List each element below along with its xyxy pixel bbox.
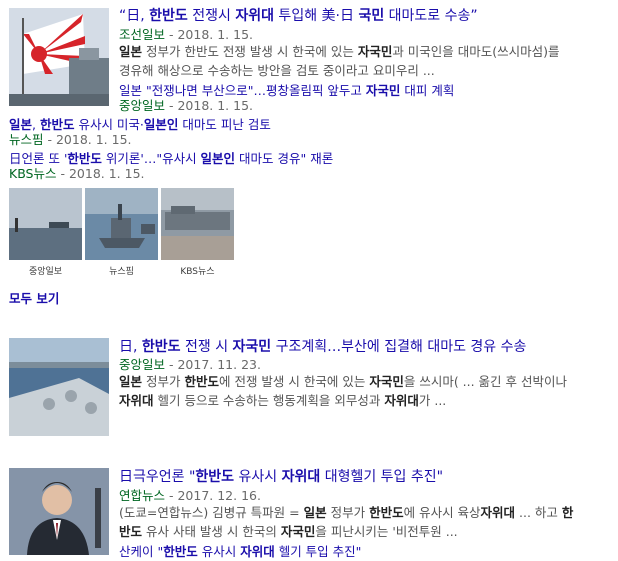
- title-text: 대마도 피난 검토: [178, 117, 271, 132]
- strip-caption-2: 뉴스핌: [109, 267, 134, 277]
- snippet-text: (도쿄=연합뉴스) 김병규 특파원 =: [119, 505, 304, 520]
- snippet-highlight: 자위대: [119, 393, 154, 408]
- snippet-highlight: 일본: [119, 374, 143, 389]
- title-text: 日극우언론 ": [119, 469, 196, 485]
- result1-snippet: 일본 정부가 한반도 전쟁 발생 시 한국에 있는 자국민과 미국인을 대마도(…: [119, 42, 614, 80]
- title-text: 대마도 경유" 재론: [235, 151, 334, 166]
- snippet-highlight: 자국민: [369, 374, 404, 389]
- title-text: 전쟁시: [187, 8, 236, 24]
- title-highlight: 국민: [358, 8, 385, 24]
- title-text: 전쟁 시: [180, 339, 233, 355]
- title-highlight: 한반도: [39, 117, 75, 132]
- title-highlight: 한반도: [163, 544, 198, 559]
- result2-title[interactable]: 日, 한반도 전쟁 시 자국민 구조계획…부산에 집결해 대마도 경유 수송: [119, 338, 526, 356]
- result3-title[interactable]: 日극우언론 "한반도 유사시 자위대 대형헬기 투입 추진": [119, 468, 443, 486]
- title-highlight: 자위대: [240, 544, 275, 559]
- snippet-text: 가 ...: [418, 393, 447, 408]
- title-text: 日언론 또 ': [9, 151, 68, 166]
- result2-snippet: 일본 정부가 한반도에 전쟁 발생 시 한국에 있는 자국민을 쓰시마( ...…: [119, 372, 614, 410]
- publish-date: - 2018. 1. 15.: [165, 27, 254, 42]
- publish-date: - 2017. 11. 23.: [165, 357, 261, 372]
- title-text: 대마도로 수송”: [384, 8, 478, 24]
- snippet-highlight: 자국민: [357, 44, 393, 59]
- result2-thumbnail[interactable]: [9, 338, 109, 436]
- snippet-text: 과 미국인을 대마도(쓰시마섬)를: [392, 44, 560, 59]
- publish-date: - 2017. 12. 16.: [165, 488, 261, 503]
- snippet-text: 에 유사시 육상: [403, 505, 481, 520]
- source-name: 뉴스핌: [9, 132, 44, 147]
- snippet-text: 정부가 한반도 전쟁 발생 시 한국에 있는: [142, 44, 358, 59]
- title-highlight: 한반도: [141, 339, 181, 355]
- snippet-text: 정부가: [142, 374, 185, 389]
- result3-sub-title[interactable]: 산케이 "한반도 유사시 자위대 헬기 투입 추진": [119, 543, 361, 561]
- snippet-highlight: 자국민: [280, 524, 316, 539]
- snippet-text: 헬기 등으로 수송하는 행동계획을 외무성과: [153, 393, 385, 408]
- view-all-link[interactable]: 모두 보기: [9, 288, 59, 307]
- snippet-highlight: 한반도: [184, 374, 219, 389]
- result1-sub3-meta: KBS뉴스 - 2018. 1. 15.: [9, 166, 145, 182]
- title-highlight: 한반도: [67, 151, 102, 166]
- title-highlight: 자위대: [281, 469, 321, 485]
- title-text: 유사시 미국·: [74, 117, 144, 132]
- snippet-text: 정부가: [326, 505, 370, 520]
- source-name: KBS뉴스: [9, 166, 57, 181]
- title-text: 日,: [119, 339, 142, 355]
- snippet-highlight: 일본: [119, 44, 143, 59]
- title-text: 구조계획…부산에 집결해 대마도 경유 수송: [271, 339, 527, 355]
- title-text: ,: [32, 117, 40, 132]
- result1-sub2-meta: 뉴스핌 - 2018. 1. 15.: [9, 132, 132, 148]
- snippet-text: 에 전쟁 발생 시 한국에 있는: [218, 374, 370, 389]
- title-text: 투입해 美·日: [273, 8, 359, 24]
- snippet-text: 유사 사태 발생 시 한국의: [142, 524, 281, 539]
- snippet-text: ... 하고: [515, 505, 562, 520]
- strip-caption-3: KBS뉴스: [180, 267, 215, 277]
- snippet-highlight: 반도: [119, 524, 143, 539]
- result1-sub1-meta: 중앙일보 - 2018. 1. 15.: [119, 98, 253, 114]
- source-name: 조선일보: [119, 27, 166, 42]
- result3-snippet: (도쿄=연합뉴스) 김병규 특파원 = 일본 정부가 한반도에 유사시 육상자위…: [119, 503, 614, 541]
- result3-meta: 연합뉴스 - 2017. 12. 16.: [119, 488, 261, 504]
- title-text: 유사시: [197, 544, 241, 559]
- snippet-text: 경유해 해상으로 수송하는 방안을 검토 중이라고 요미우리 ...: [119, 63, 435, 78]
- title-text: 유사시: [234, 469, 282, 485]
- result2-meta: 중앙일보 - 2017. 11. 23.: [119, 357, 261, 373]
- snippet-highlight: 한: [561, 505, 574, 520]
- snippet-highlight: 자위대: [480, 505, 516, 520]
- snippet-highlight: 일본: [303, 505, 327, 520]
- strip-thumbnail-1[interactable]: [9, 188, 82, 260]
- result3-thumbnail[interactable]: [9, 468, 109, 555]
- source-name: 중앙일보: [119, 357, 166, 372]
- title-text: 일본 "전쟁나면 부산으로"…평창올림픽 앞두고: [119, 83, 366, 98]
- title-highlight: 일본인: [143, 117, 179, 132]
- title-text: 산케이 ": [119, 544, 164, 559]
- result1-thumbnail[interactable]: [9, 8, 109, 106]
- snippet-highlight: 자위대: [384, 393, 419, 408]
- strip-thumbnail-3[interactable]: [161, 188, 234, 260]
- snippet-text: 을 쓰시마( ... 옮긴 후 선박이나: [403, 374, 568, 389]
- title-highlight: 한반도: [149, 8, 188, 24]
- publish-date: - 2018. 1. 15.: [43, 132, 132, 147]
- publish-date: - 2018. 1. 15.: [165, 98, 254, 113]
- title-text: 대형헬기 투입 추진": [320, 469, 444, 485]
- strip-caption-1: 중앙일보: [28, 267, 63, 277]
- result1-meta: 조선일보 - 2018. 1. 15.: [119, 27, 253, 43]
- source-name: 연합뉴스: [119, 488, 166, 503]
- publish-date: - 2018. 1. 15.: [56, 166, 145, 181]
- title-highlight: 한반도: [195, 469, 235, 485]
- title-highlight: 일본: [9, 117, 33, 132]
- snippet-highlight: 한반도: [369, 505, 404, 520]
- title-text: “日,: [119, 8, 150, 24]
- source-name: 중앙일보: [119, 98, 166, 113]
- result1-title[interactable]: “日, 한반도 전쟁시 자위대 투입해 美·日 국민 대마도로 수송”: [119, 7, 478, 25]
- title-highlight: 자국민: [232, 339, 272, 355]
- title-text: 대피 계획: [400, 83, 455, 98]
- strip-thumbnail-2[interactable]: [85, 188, 158, 260]
- title-highlight: 일본인: [200, 151, 236, 166]
- title-text: 헬기 투입 추진": [274, 544, 362, 559]
- title-highlight: 자위대: [235, 8, 274, 24]
- snippet-text: 을 피난시키는 '비전투원 ...: [315, 524, 458, 539]
- title-highlight: 자국민: [365, 83, 401, 98]
- title-text: 위기론'…"유사시: [101, 151, 201, 166]
